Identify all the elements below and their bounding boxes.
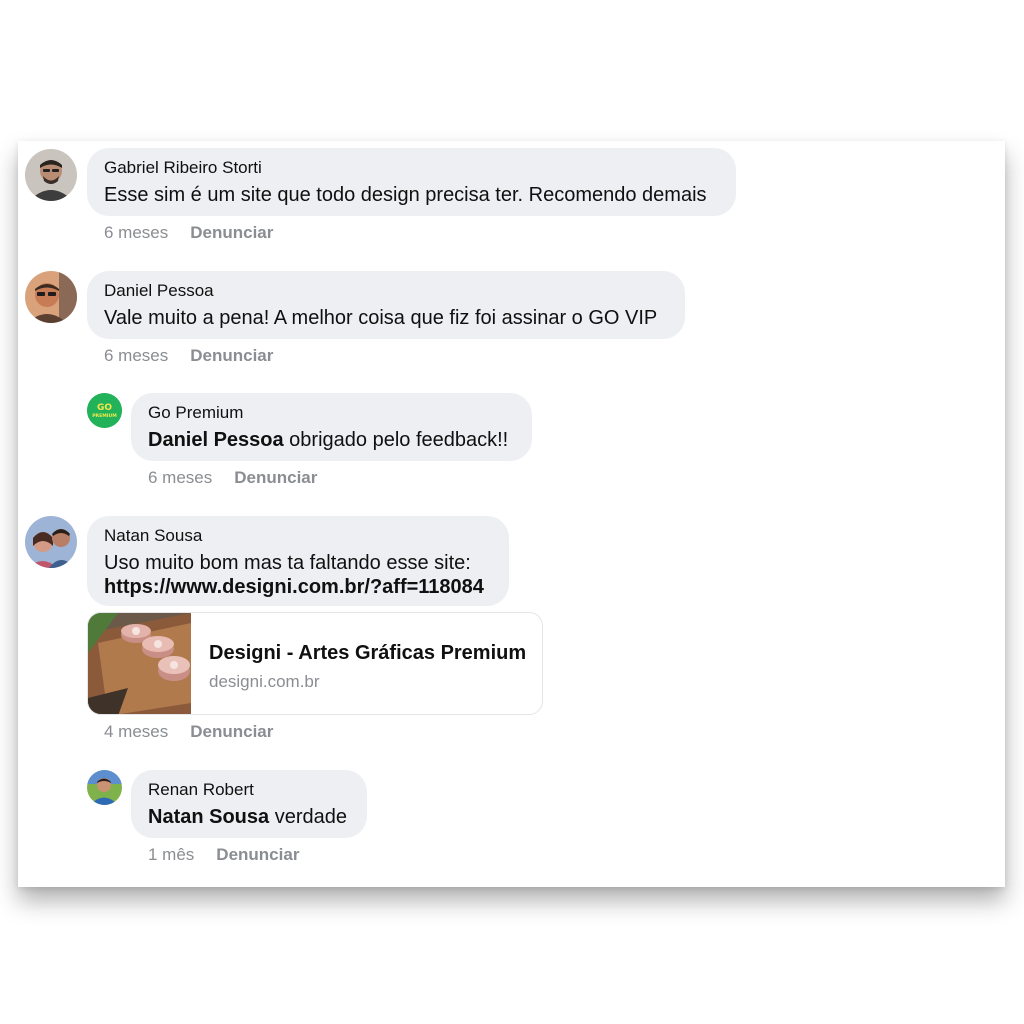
report-button[interactable]: Denunciar — [190, 346, 273, 365]
reply-meta: 6 meses Denunciar — [148, 468, 317, 488]
avatar-gabriel[interactable] — [25, 149, 77, 201]
link-preview-image — [88, 613, 191, 714]
comment-meta: 6 meses Denunciar — [104, 223, 273, 243]
report-button[interactable]: Denunciar — [216, 845, 299, 864]
svg-text:GO: GO — [97, 403, 112, 413]
reply-time[interactable]: 1 mês — [148, 845, 194, 864]
report-button[interactable]: Denunciar — [190, 722, 273, 741]
comment-bubble: Daniel Pessoa Vale muito a pena! A melho… — [87, 271, 685, 339]
reply-bubble: Go Premium Daniel Pessoa obrigado pelo f… — [131, 393, 532, 461]
avatar-natan[interactable] — [25, 516, 77, 568]
comment-link[interactable]: https://www.designi.com.br/?aff=118084 — [104, 574, 484, 600]
comments-panel: Gabriel Ribeiro Storti Esse sim é um sit… — [18, 141, 1005, 887]
comment-meta: 4 meses Denunciar — [104, 722, 273, 742]
avatar-renan[interactable] — [87, 770, 122, 805]
comment-author[interactable]: Daniel Pessoa — [104, 281, 214, 301]
reply-time[interactable]: 6 meses — [148, 468, 212, 487]
comment-author[interactable]: Natan Sousa — [104, 526, 202, 546]
comment-text: Esse sim é um site que todo design preci… — [104, 184, 707, 206]
comment-time[interactable]: 4 meses — [104, 722, 168, 741]
comment-author[interactable]: Gabriel Ribeiro Storti — [104, 158, 262, 178]
report-button[interactable]: Denunciar — [234, 468, 317, 487]
svg-text:PREMIUM: PREMIUM — [92, 413, 117, 419]
report-button[interactable]: Denunciar — [190, 223, 273, 242]
avatar-go-premium[interactable]: GO PREMIUM — [87, 393, 122, 428]
reply-text: Natan Sousa verdade — [148, 804, 347, 830]
avatar-daniel[interactable] — [25, 271, 77, 323]
comment-text: Vale muito a pena! A melhor coisa que fi… — [104, 307, 658, 329]
reply-body: obrigado pelo feedback!! — [283, 429, 509, 451]
reply-bubble: Renan Robert Natan Sousa verdade — [131, 770, 367, 838]
comment-text: Uso muito bom mas ta faltando esse site: — [104, 552, 471, 574]
reply-mention[interactable]: Daniel Pessoa — [148, 429, 284, 451]
comment-meta: 6 meses Denunciar — [104, 346, 273, 366]
reply-body: verdade — [269, 806, 347, 828]
reply-author[interactable]: Go Premium — [148, 403, 243, 423]
link-preview-title[interactable]: Designi - Artes Gráficas Premium — [209, 642, 526, 665]
comment-bubble: Natan Sousa Uso muito bom mas ta faltand… — [87, 516, 509, 606]
comment-time[interactable]: 6 meses — [104, 346, 168, 365]
reply-mention[interactable]: Natan Sousa — [148, 806, 269, 828]
reply-meta: 1 mês Denunciar — [148, 845, 299, 865]
reply-author[interactable]: Renan Robert — [148, 780, 254, 800]
reply-text: Daniel Pessoa obrigado pelo feedback!! — [148, 427, 508, 453]
comment-bubble: Gabriel Ribeiro Storti Esse sim é um sit… — [87, 148, 736, 216]
link-preview-domain: designi.com.br — [209, 672, 320, 691]
comment-time[interactable]: 6 meses — [104, 223, 168, 242]
link-preview-card[interactable]: Designi - Artes Gráficas Premium designi… — [87, 612, 543, 715]
